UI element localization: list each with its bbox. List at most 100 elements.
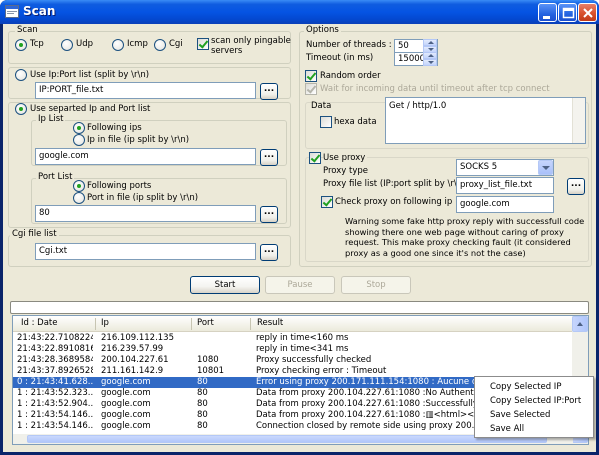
pingable-checkbox[interactable]	[197, 38, 209, 50]
udp-label: Udp	[76, 39, 94, 49]
column-header-ip[interactable]: Ip	[101, 318, 109, 328]
random-order-checkbox[interactable]	[305, 70, 317, 82]
menu-item-save-all[interactable]: Save All	[490, 424, 524, 434]
ip-in-file-label: Ip in file (ip split by \r\n)	[87, 135, 190, 145]
ip-port-browse-button[interactable]: ...	[260, 83, 278, 100]
scan-group-title: Scan	[15, 25, 40, 35]
cell-id-date: 1 : 21:43:54.146...	[17, 421, 93, 431]
column-header-result[interactable]: Result	[257, 318, 283, 328]
port-list-browse-button[interactable]: ...	[260, 206, 278, 223]
cell-id-date: 1 : 21:43:52.904...	[17, 399, 93, 409]
cgi-browse-button[interactable]: ...	[260, 244, 278, 261]
udp-radio[interactable]	[61, 39, 73, 51]
minimize-button[interactable]	[538, 3, 557, 22]
use-ip-port-list-label: Use Ip:Port list (split by \r\n)	[30, 70, 152, 80]
menu-item-save-selected[interactable]: Save Selected	[490, 410, 550, 420]
proxy-file-browse-button[interactable]: ...	[567, 178, 585, 195]
check-proxy-checkbox[interactable]	[321, 196, 333, 208]
table-row[interactable]: 21:43:28.3689584 200.104.227.61 1080 Proxy …	[13, 355, 573, 366]
hexa-data-checkbox[interactable]	[320, 116, 332, 128]
cell-port: 80	[197, 421, 208, 431]
random-order-label: Random order	[320, 71, 381, 81]
ip-list-browse-button[interactable]: ...	[260, 149, 278, 166]
column-header-port[interactable]: Port	[197, 318, 214, 328]
pause-button[interactable]: Pause	[265, 276, 335, 294]
menu-item-copy-selected-ip-port[interactable]: Copy Selected IP:Port	[490, 396, 581, 406]
pingable-label-line1: scan only pingable	[211, 36, 291, 46]
cell-port: 80	[197, 399, 208, 409]
cell-result: reply in time<160 ms	[256, 333, 349, 343]
close-icon	[583, 8, 593, 18]
icmp-label: Icmp	[127, 39, 148, 49]
data-textarea[interactable]: Get / http/1.0	[385, 97, 586, 144]
port-in-file-radio[interactable]	[73, 192, 85, 204]
table-row[interactable]: 21:43:22.8910816 216.239.57.99 reply in ti…	[13, 344, 573, 355]
cgi-file-title: Cgi file list	[10, 229, 59, 239]
timeout-spinner[interactable]	[423, 52, 437, 67]
maximize-button[interactable]	[558, 3, 577, 22]
table-row[interactable]: 21:43:22.7108224 216.109.112.135 reply in …	[13, 333, 573, 344]
use-proxy-checkbox[interactable]	[309, 152, 321, 164]
results-header: Id : Date Ip Port Result	[13, 316, 573, 332]
cgi-file-input[interactable]: Cgi.txt	[35, 243, 256, 260]
cell-ip: google.com	[101, 399, 151, 409]
following-ips-radio[interactable]	[73, 122, 85, 134]
pingable-label-line2: servers	[211, 46, 243, 56]
horizontal-scroll-thumb[interactable]	[27, 435, 547, 443]
following-ports-radio[interactable]	[73, 180, 85, 192]
following-ips-label: Following ips	[87, 123, 142, 133]
data-textarea-value: Get / http/1.0	[389, 101, 447, 111]
cell-ip: 216.239.57.99	[101, 344, 164, 354]
menu-item-copy-selected-ip[interactable]: Copy Selected IP	[490, 382, 561, 392]
tcp-label: Tcp	[30, 39, 44, 49]
stop-button[interactable]: Stop	[341, 276, 411, 294]
cell-id-date: 1 : 21:43:52.323...	[17, 388, 93, 398]
cell-result: reply in time<341 ms	[256, 344, 349, 354]
cell-ip: google.com	[101, 410, 151, 420]
port-list-title: Port List	[36, 172, 75, 182]
port-in-file-label: Port in file (ip split by \r\n)	[87, 193, 199, 203]
check-proxy-input[interactable]: google.com	[456, 196, 554, 213]
column-header-id-date[interactable]: Id : Date	[21, 318, 58, 328]
cell-id-date: 21:43:37.8926528	[17, 366, 93, 376]
ip-list-input[interactable]: google.com	[35, 148, 256, 165]
proxy-type-select[interactable]: SOCKS 5	[456, 159, 554, 176]
cell-id-date: 21:43:22.7108224	[17, 333, 93, 343]
ip-in-file-radio[interactable]	[73, 134, 85, 146]
cgi-radio[interactable]	[154, 39, 166, 51]
use-proxy-label: Use proxy	[323, 153, 368, 163]
scroll-up-button[interactable]	[572, 316, 588, 332]
icmp-radio[interactable]	[112, 39, 124, 51]
minimize-icon	[543, 16, 550, 19]
cell-id-date: 1 : 21:43:54.146...	[17, 410, 93, 420]
close-button[interactable]	[578, 3, 597, 22]
start-button[interactable]: Start	[190, 276, 260, 294]
use-ip-port-list-radio[interactable]	[15, 69, 27, 81]
window-title: Scan	[23, 4, 56, 18]
cell-ip: google.com	[101, 421, 151, 431]
cell-id-date: 21:43:28.3689584	[17, 355, 93, 365]
chevron-down-icon[interactable]	[538, 160, 553, 175]
cell-port: 80	[197, 388, 208, 398]
use-separated-label: Use separted Ip and Port list	[30, 104, 153, 114]
timeout-label: Timeout (in ms)	[306, 53, 374, 63]
wait-incoming-checkbox[interactable]	[305, 83, 317, 95]
threads-label: Number of threads :	[306, 40, 392, 50]
data-textarea-scrollbar[interactable]	[572, 98, 585, 143]
use-separated-radio[interactable]	[15, 103, 27, 115]
options-title: Options	[304, 25, 341, 35]
cell-result: Proxy successfully checked	[256, 355, 372, 365]
wait-incoming-label: Wait for incoming data until timeout aft…	[320, 84, 550, 94]
port-list-input[interactable]: 80	[35, 205, 256, 222]
ip-port-file-input[interactable]: IP:PORT_file.txt	[35, 82, 256, 99]
cgi-label: Cgi	[169, 39, 183, 49]
proxy-file-label: Proxy file list (IP:port split by \r\n)	[323, 179, 466, 189]
cell-ip: 200.104.227.61	[101, 355, 169, 365]
cell-id-date: 21:43:22.8910816	[17, 344, 93, 354]
cell-ip: 211.161.142.9	[101, 366, 164, 376]
proxy-file-input[interactable]: proxy_list_file.txt	[456, 177, 554, 194]
cell-port: 80	[197, 377, 208, 387]
tcp-radio[interactable]	[15, 39, 27, 51]
cell-port: 1080	[197, 355, 219, 365]
title-bar[interactable]: Scan	[0, 0, 599, 24]
